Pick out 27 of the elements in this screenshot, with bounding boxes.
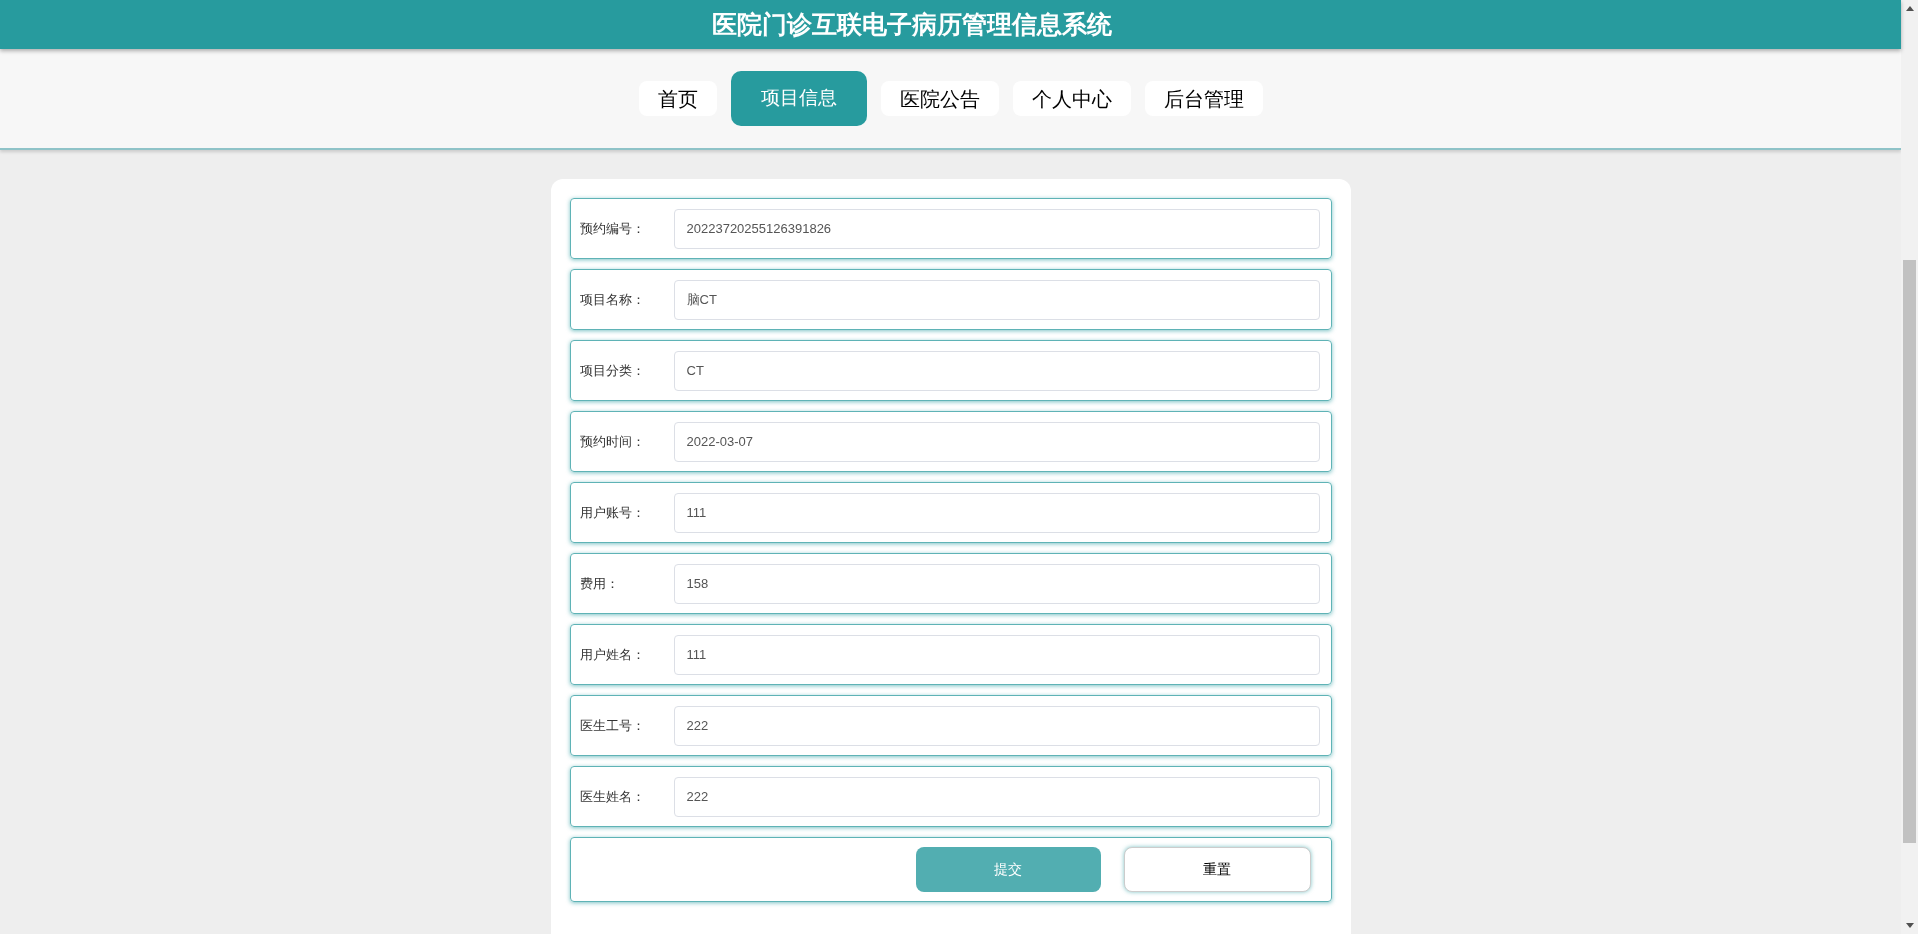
scrollbar-thumb[interactable] xyxy=(1903,260,1916,843)
input-field[interactable]: 158 xyxy=(673,563,1320,604)
scroll-up-icon[interactable] xyxy=(1905,6,1914,11)
nav-tab[interactable]: 医院公告 xyxy=(880,81,999,116)
scroll-down-icon[interactable] xyxy=(1905,923,1914,928)
field-label: 项目名称： xyxy=(579,290,646,309)
field-label: 医生姓名： xyxy=(579,787,646,806)
field-label: 医生工号： xyxy=(579,716,646,735)
reset-button[interactable]: 重置 xyxy=(1123,847,1311,892)
input-field[interactable]: 111 xyxy=(673,492,1320,533)
system-title: 医院门诊互联电子病历管理信息系统 xyxy=(711,8,1112,40)
input-field[interactable]: 20223720255126391826 xyxy=(673,208,1320,249)
field-label: 预约时间： xyxy=(579,432,646,451)
nav-tab[interactable]: 个人中心 xyxy=(1012,81,1131,116)
field-label: 项目分类： xyxy=(579,361,646,380)
input-field[interactable]: 222 xyxy=(673,776,1320,817)
input-field[interactable]: 脑CT xyxy=(673,279,1320,320)
input-field[interactable]: 2022-03-07 xyxy=(673,421,1320,462)
field-label: 预约编号： xyxy=(579,219,646,238)
input-field[interactable]: CT xyxy=(673,350,1320,391)
nav-tab[interactable]: 首页 xyxy=(638,81,717,116)
field-label: 用户账号： xyxy=(579,503,646,522)
input-field[interactable]: 111 xyxy=(673,634,1320,675)
field-label: 费用： xyxy=(579,574,620,593)
nav-tab[interactable]: 后台管理 xyxy=(1144,81,1263,116)
field-label: 用户姓名： xyxy=(579,645,646,664)
input-field[interactable]: 222 xyxy=(673,705,1320,746)
